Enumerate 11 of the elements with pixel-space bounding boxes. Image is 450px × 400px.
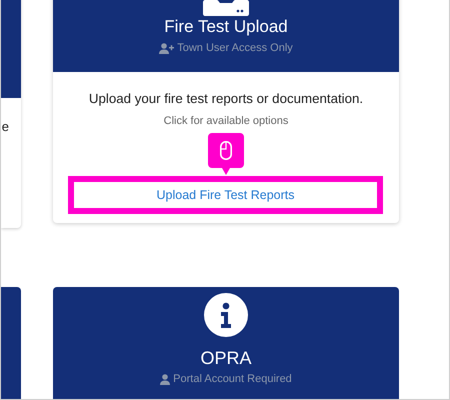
access-note: Town User Access Only <box>159 41 293 56</box>
card-text: e <box>2 118 9 136</box>
user-icon <box>160 374 170 385</box>
access-note: Portal Account Required <box>160 372 292 387</box>
hint-text: Click for available options <box>162 114 290 128</box>
card-title: Fire Test Upload <box>163 16 289 38</box>
card-description: Upload your fire test reports or documentation. <box>88 90 364 108</box>
mouse-icon <box>220 141 232 160</box>
card-title: OPRA <box>199 347 252 369</box>
info-icon <box>204 293 248 337</box>
user-plus-icon <box>159 43 174 54</box>
